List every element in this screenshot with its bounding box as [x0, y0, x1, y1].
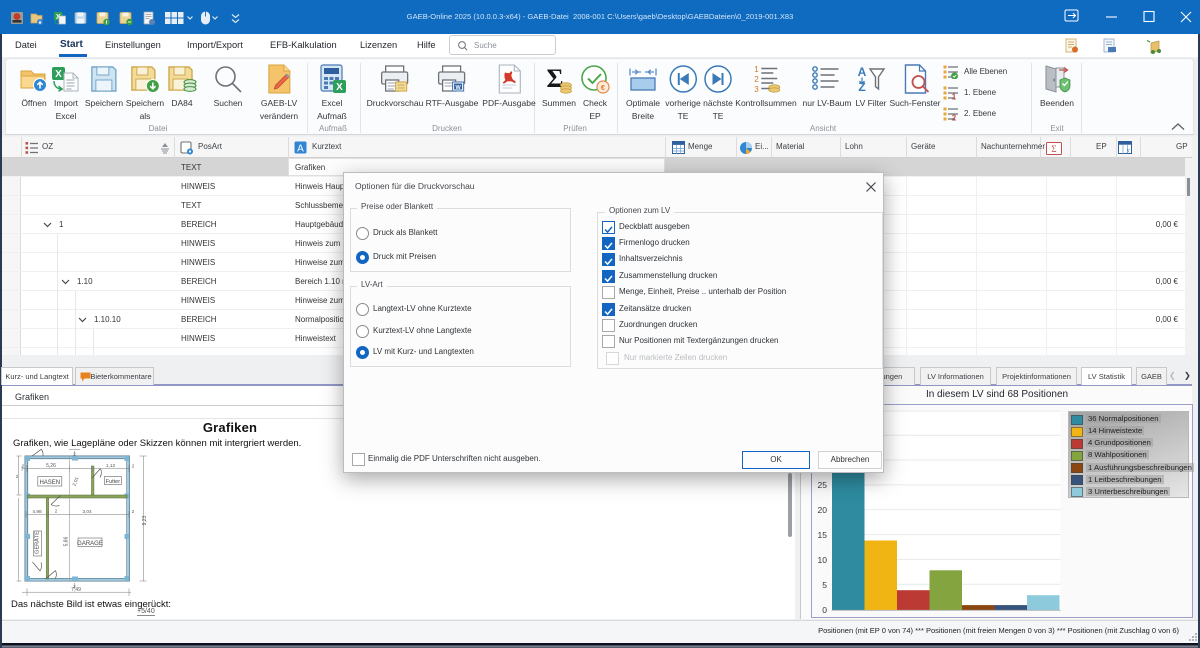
svg-text:3: 3 [754, 85, 759, 94]
svg-text:A: A [297, 143, 304, 154]
svg-text:GARAGE: GARAGE [77, 541, 103, 547]
svg-text:9,23: 9,23 [142, 515, 148, 525]
svg-text:4,98: 4,98 [32, 509, 42, 515]
svg-text:X: X [55, 69, 62, 80]
svg-text:HASEN: HASEN [39, 480, 60, 486]
svg-text:2: 2 [132, 509, 135, 514]
svg-text:Σ: Σ [1051, 144, 1056, 154]
svg-text:Futter: Futter [106, 479, 121, 485]
svg-text:A: A [858, 65, 867, 79]
svg-text:2: 2 [22, 464, 25, 469]
svg-text:GERÄTE: GERÄTE [34, 531, 41, 554]
svg-text:15: 15 [818, 530, 828, 540]
svg-text:5,26: 5,26 [46, 463, 56, 469]
svg-text:25: 25 [818, 480, 828, 490]
svg-text:1,12: 1,12 [106, 463, 116, 469]
svg-text:2: 2 [754, 75, 759, 84]
svg-text:X: X [336, 82, 343, 93]
svg-text:20: 20 [818, 505, 828, 515]
svg-text:2: 2 [132, 464, 135, 469]
svg-text:Σ: Σ [1127, 149, 1131, 156]
svg-text:1: 1 [952, 93, 957, 101]
svg-text:5,86: 5,86 [64, 536, 70, 546]
svg-text:3,04: 3,04 [82, 509, 92, 515]
svg-text:1: 1 [754, 65, 759, 74]
svg-text:5: 5 [822, 580, 827, 590]
svg-text:10: 10 [818, 555, 828, 565]
svg-text:2: 2 [952, 114, 957, 122]
svg-text:W: W [456, 85, 462, 91]
svg-text:0: 0 [822, 605, 827, 615]
